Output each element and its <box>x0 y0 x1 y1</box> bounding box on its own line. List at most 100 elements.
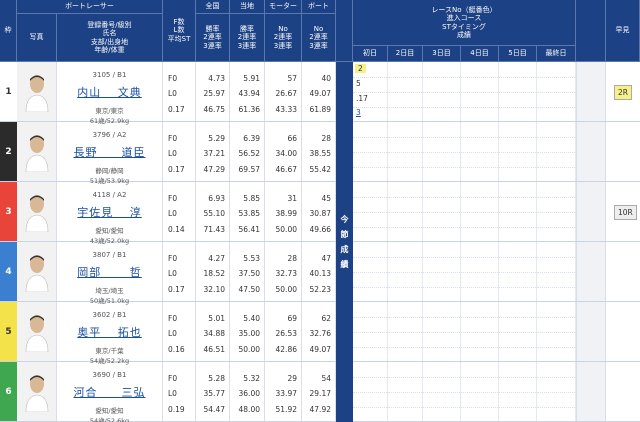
header-boat-rates: No 2連率 3連率 <box>302 14 336 62</box>
header-motor: モーター <box>265 0 302 14</box>
l-count: L0 <box>168 149 177 158</box>
day-cell <box>461 242 499 301</box>
local-value-1: 5.53 <box>243 254 260 263</box>
day-cell <box>353 122 388 181</box>
f-l-st: F0 L0 0.17 <box>163 62 196 121</box>
racer-row: 3 4118 / A2 宇佐見 淳 愛知/愛知 43歳/52.0kg F0 L0… <box>0 182 640 245</box>
boat-value-2: 40.13 <box>309 269 331 278</box>
national-value-2: 25.97 <box>203 89 225 98</box>
racer-info: 4118 / A2 宇佐見 淳 愛知/愛知 43歳/52.0kg <box>57 182 163 245</box>
motor-value-2: 26.53 <box>275 329 297 338</box>
f-count: F0 <box>168 74 178 83</box>
sidebar-column <box>576 62 606 121</box>
day-cell <box>499 302 537 361</box>
racer-registration: 3690 / B1 <box>92 371 127 379</box>
racer-row: 1 3105 / B1 内山 文典 東京/東京 61歳/52.9kg F0 L0… <box>0 62 640 125</box>
early-column <box>606 362 640 421</box>
motor-stats: 29 33.97 51.92 <box>265 362 302 421</box>
avg-st: 0.16 <box>168 345 185 354</box>
racer-portrait-icon <box>25 134 48 172</box>
national-value-2: 35.77 <box>203 389 225 398</box>
day-cell <box>499 242 537 301</box>
boat-stats: 45 30.87 49.66 <box>302 182 336 241</box>
avg-st: 0.17 <box>168 105 185 114</box>
header-day-4: 4日目 <box>461 46 499 62</box>
racer-name-link[interactable]: 内山 文典 <box>57 84 162 100</box>
day-cell <box>388 302 423 361</box>
racer-branch: 埼玉/埼玉 <box>95 287 124 295</box>
local-stats: 5.85 53.85 56.41 <box>230 182 265 241</box>
racer-name-link[interactable]: 河合 三弘 <box>57 384 162 400</box>
boat-value-1: 28 <box>321 134 331 143</box>
national-value-1: 5.28 <box>208 374 225 383</box>
day-cell <box>537 362 576 421</box>
national-value-2: 34.88 <box>203 329 225 338</box>
day-cell <box>423 362 461 421</box>
motor-value-3: 50.00 <box>275 225 297 234</box>
racer-name-link[interactable]: 長野 道臣 <box>57 144 162 160</box>
racer-registration: 3796 / A2 <box>92 131 127 139</box>
day-cell <box>537 302 576 361</box>
racer-photo <box>17 122 57 181</box>
racer-name-link[interactable]: 宇佐見 淳 <box>57 204 162 220</box>
racer-age-weight: 54歳/52.6kg <box>89 417 130 422</box>
motor-stats: 66 34.00 46.67 <box>265 122 302 181</box>
day-cell <box>537 242 576 301</box>
first-day-result-link[interactable]: 3 <box>356 108 361 117</box>
racer-registration: 4118 / A2 <box>92 191 127 199</box>
motor-stats: 31 38.99 50.00 <box>265 182 302 241</box>
header-day-1: 初日 <box>353 46 388 62</box>
local-value-3: 50.00 <box>238 345 260 354</box>
national-value-3: 46.75 <box>203 105 225 114</box>
local-stats: 6.39 56.52 69.57 <box>230 122 265 181</box>
sidebar-column <box>576 242 606 301</box>
day-cell <box>353 302 388 361</box>
f-count: F0 <box>168 374 178 383</box>
racer-portrait-icon <box>25 194 48 232</box>
f-l-st: F0 L0 0.16 <box>163 302 196 361</box>
day-cell <box>353 362 388 421</box>
avg-st: 0.14 <box>168 225 185 234</box>
waku-number: 4 <box>0 242 17 301</box>
early-race-badge[interactable]: 2R <box>614 85 632 100</box>
national-value-2: 37.21 <box>203 149 225 158</box>
f-count: F0 <box>168 194 178 203</box>
national-value-3: 46.51 <box>203 345 225 354</box>
motor-value-3: 43.33 <box>275 105 297 114</box>
national-value-2: 18.52 <box>203 269 225 278</box>
local-stats: 5.91 43.94 61.36 <box>230 62 265 121</box>
waku-number: 1 <box>0 62 17 121</box>
boat-value-1: 62 <box>321 314 331 323</box>
f-l-st: F0 L0 0.17 <box>163 242 196 301</box>
header-photo: 写真 <box>17 14 57 62</box>
motor-value-1: 57 <box>287 74 297 83</box>
racer-name-link[interactable]: 奥平 拓也 <box>57 324 162 340</box>
first-day-course-num: 5 <box>356 79 361 88</box>
racer-row: 6 3690 / B1 河合 三弘 愛知/愛知 54歳/52.6kg F0 L0… <box>0 362 640 422</box>
national-stats: 6.93 55.10 71.43 <box>196 182 230 241</box>
header-day-final: 最終日 <box>537 46 576 62</box>
boat-value-1: 45 <box>321 194 331 203</box>
day-cell <box>499 62 537 121</box>
racer-registration: 3807 / B1 <box>92 251 127 259</box>
national-stats: 5.01 34.88 46.51 <box>196 302 230 361</box>
f-count: F0 <box>168 314 178 323</box>
racer-portrait-icon <box>25 314 48 352</box>
boat-value-3: 61.89 <box>309 105 331 114</box>
racer-name-link[interactable]: 岡部 哲 <box>57 264 162 280</box>
waku-number: 2 <box>0 122 17 181</box>
national-stats: 4.27 18.52 32.10 <box>196 242 230 301</box>
sidebar-column <box>576 122 606 181</box>
racer-row: 5 3602 / B1 奥平 拓也 東京/千葉 54歳/52.2kg F0 L0… <box>0 302 640 365</box>
header-national-rates: 勝率 2連率 3連率 <box>196 14 230 62</box>
motor-value-3: 50.00 <box>275 285 297 294</box>
header-motor-rates: No 2連率 3連率 <box>265 14 302 62</box>
day-cell <box>461 302 499 361</box>
national-value-1: 4.27 <box>208 254 225 263</box>
boat-value-3: 49.66 <box>309 225 331 234</box>
national-stats: 4.73 25.97 46.75 <box>196 62 230 121</box>
waku-number: 5 <box>0 302 17 361</box>
national-value-1: 5.01 <box>208 314 225 323</box>
early-race-badge[interactable]: 10R <box>614 205 637 220</box>
national-value-2: 55.10 <box>203 209 225 218</box>
